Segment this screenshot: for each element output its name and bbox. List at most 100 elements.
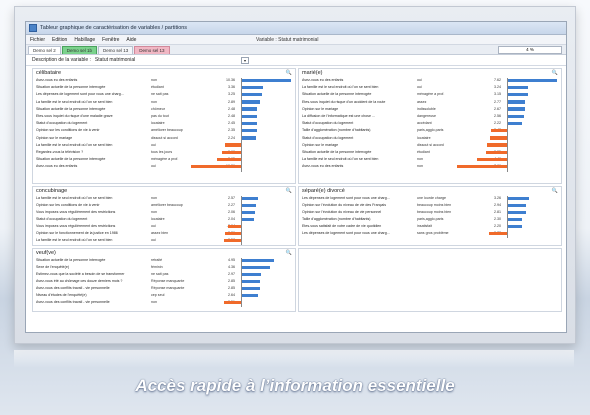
zero-axis bbox=[507, 78, 508, 172]
row-label: La diffusion de l'informatique est une c… bbox=[302, 114, 375, 118]
tab-1[interactable]: Demo sel 2 bbox=[28, 46, 61, 54]
search-icon[interactable]: 🔍 bbox=[552, 188, 558, 194]
table-row: Regardez-vous la télévision ? tous les jo… bbox=[33, 150, 295, 155]
row-modality: dissout si accord bbox=[151, 135, 178, 140]
row-value: 2.56 bbox=[494, 114, 501, 118]
menu-fichier[interactable]: Fichier bbox=[30, 37, 45, 43]
panel-veuf: veuf(ve) 🔍 Situation actuelle de la person… bbox=[32, 248, 296, 312]
positive-bar bbox=[241, 265, 270, 270]
row-modality: féminin bbox=[151, 265, 163, 269]
positive-bar bbox=[507, 92, 528, 97]
negative-bar bbox=[223, 238, 241, 243]
table-row: Opinion sur le mariage indissoluble 2.67 bbox=[299, 107, 561, 112]
row-label: Statut d'occupation du logement bbox=[302, 121, 354, 126]
row-modality: assez bbox=[417, 99, 427, 104]
search-icon[interactable]: 🔍 bbox=[286, 70, 292, 76]
positive-bar bbox=[507, 85, 529, 90]
row-label: Etes-vous inquiet du risque d'une maladi… bbox=[36, 114, 113, 118]
row-label: Statut d'occupation du logement bbox=[36, 121, 88, 126]
tab-4[interactable]: Demo sel 13 bbox=[134, 46, 170, 54]
negative-bar bbox=[221, 150, 241, 155]
row-value: 10.36 bbox=[226, 78, 235, 82]
row-modality: oui bbox=[151, 238, 156, 242]
row-modality: étudiant bbox=[417, 150, 430, 154]
search-icon[interactable]: 🔍 bbox=[286, 188, 292, 194]
table-row: La famille est le seul endroit où l'on s… bbox=[33, 143, 295, 148]
table-row: Vous imposez-vous régulièrement des rest… bbox=[33, 224, 295, 229]
row-modality: ménagère a prof. bbox=[417, 92, 445, 97]
zoom-field[interactable]: 4 % bbox=[498, 46, 562, 54]
row-label: Estimez-vous que la société a besoin de … bbox=[36, 272, 125, 276]
zero-axis bbox=[507, 196, 508, 238]
row-value: 2.48 bbox=[228, 106, 235, 111]
row-label: Opinion sur le mariage bbox=[302, 142, 339, 147]
positive-bar bbox=[507, 121, 522, 126]
table-row: Situation actuelle de la personne interr… bbox=[33, 85, 295, 90]
row-value: 4.36 bbox=[228, 265, 235, 269]
positive-bar bbox=[241, 78, 291, 83]
table-row: Avez-vous eu des enfantsnon-7.86 bbox=[299, 164, 561, 169]
negative-bar bbox=[224, 300, 241, 305]
row-label: Statut d'occupation du logement bbox=[302, 135, 354, 140]
row-value: 3.36 bbox=[228, 85, 235, 90]
row-modality: chômeur bbox=[151, 106, 165, 111]
row-value: 3.26 bbox=[494, 196, 501, 200]
row-value: 2.89 bbox=[228, 99, 235, 104]
row-label: Situation actuelle de la personne interr… bbox=[36, 258, 106, 262]
row-modality: cep seul bbox=[151, 293, 165, 297]
tab-3[interactable]: Demo sel 13 bbox=[98, 46, 134, 54]
row-value: 2.77 bbox=[494, 99, 501, 104]
row-modality: Réponse manquante bbox=[151, 279, 185, 283]
row-label: Situation actuelle de la personne interr… bbox=[302, 92, 372, 97]
row-label: Taille d'agglomération (nombre d'habitan… bbox=[302, 128, 371, 133]
panel-concubinage: concubinage 🔍 La famille est le seul endro… bbox=[32, 186, 296, 246]
row-label: Vous imposez-vous régulièrement des rest… bbox=[36, 224, 116, 228]
table-row: Opinion sur les conditions de vie à veni… bbox=[33, 128, 295, 133]
row-label: Statut d'occupation du logement bbox=[36, 217, 88, 221]
table-row: Opinion sur le fonctionnement de la just… bbox=[33, 231, 295, 236]
positive-bar bbox=[241, 196, 258, 201]
title-bar: Tableur graphique de caractérisation de … bbox=[26, 22, 566, 35]
positive-bar bbox=[507, 107, 525, 111]
menu-habillage[interactable]: Habillage bbox=[74, 37, 95, 43]
row-label: Les dépenses de logement sont pour vous … bbox=[302, 231, 390, 235]
row-value: 2.06 bbox=[228, 210, 235, 214]
reflection bbox=[14, 350, 574, 368]
search-icon[interactable]: 🔍 bbox=[552, 70, 558, 76]
row-value: 2.64 bbox=[228, 293, 235, 297]
row-value: 2.97 bbox=[228, 272, 235, 276]
row-label: Avez-vous des conflits travail - vie per… bbox=[36, 286, 110, 290]
row-modality: étudiant bbox=[151, 85, 164, 90]
positive-bar bbox=[241, 217, 255, 222]
variable-select[interactable]: Statut matrimonial bbox=[95, 57, 135, 63]
menu-edition[interactable]: Edition bbox=[52, 37, 67, 43]
positive-bar bbox=[241, 258, 274, 263]
row-label: Avez-vous été au chômage ces douze derni… bbox=[36, 279, 123, 283]
row-value: 2.85 bbox=[228, 279, 235, 283]
row-modality: tous les jours bbox=[151, 150, 173, 154]
row-modality: pas du tout bbox=[151, 114, 169, 118]
row-modality: locataire bbox=[151, 121, 165, 126]
menu-aide[interactable]: Aide bbox=[126, 37, 136, 43]
row-label: Situation actuelle de la personne interr… bbox=[36, 106, 106, 111]
table-row: La famille est le seul endroit où l'on s… bbox=[33, 196, 295, 201]
menu-fenetre[interactable]: Fenêtre bbox=[102, 37, 119, 43]
dropdown-icon[interactable]: ▾ bbox=[241, 57, 249, 64]
row-value: 2.22 bbox=[494, 121, 501, 126]
row-value: 2.85 bbox=[228, 286, 235, 290]
search-icon[interactable]: 🔍 bbox=[286, 250, 292, 256]
positive-bar bbox=[507, 203, 527, 208]
table-row: Les dépenses de logement sont pour vous … bbox=[299, 196, 561, 201]
row-label: Opinion sur les conditions de vie à veni… bbox=[36, 203, 100, 207]
table-row: Opinion sur le mariage dissout si accord 2… bbox=[33, 136, 295, 141]
row-label: La famille est le seul endroit où l'on s… bbox=[36, 142, 113, 147]
positive-bar bbox=[507, 210, 526, 215]
tab-2[interactable]: Demo sel 1b bbox=[61, 46, 98, 54]
row-modality: dangereuse bbox=[417, 114, 436, 118]
table-row: Statut d'occupation du logement locataire… bbox=[33, 217, 295, 222]
description-label: Description de la variable : bbox=[32, 57, 91, 63]
row-modality: une lourde charge bbox=[417, 196, 446, 200]
row-label: Opinion sur les conditions de vie à veni… bbox=[36, 128, 100, 133]
row-label: Niveau d'études de l'enquêté(e) bbox=[36, 293, 87, 297]
row-label: Avez-vous eu des enfants bbox=[36, 78, 78, 82]
